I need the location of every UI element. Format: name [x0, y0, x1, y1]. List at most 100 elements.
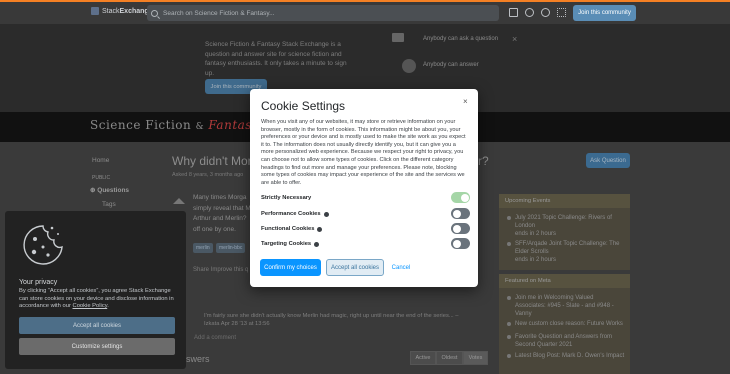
- modal-description: When you visit any of our websites, it m…: [261, 119, 466, 186]
- targeting-switch[interactable]: [451, 238, 470, 249]
- nav-tags[interactable]: Tags: [102, 201, 116, 208]
- upcoming-events-heading: Upcoming Events: [499, 194, 630, 208]
- answer-icon: [402, 59, 416, 73]
- speech-bubble-icon: [392, 33, 404, 42]
- join-community-button[interactable]: Join this community: [573, 5, 636, 21]
- hero-item-ask: Anybody can ask a question: [423, 36, 499, 42]
- event-icon: [507, 242, 511, 246]
- meta-item[interactable]: Join me in Welcoming Valued Associates: …: [515, 294, 625, 318]
- privacy-title: Your privacy: [19, 279, 58, 286]
- modal-title: Cookie Settings: [261, 99, 346, 113]
- meta-item[interactable]: Favorite Question and Answers from Secon…: [515, 333, 625, 349]
- privacy-panel: Your privacy By clicking “Accept all coo…: [5, 211, 186, 369]
- accept-all-cookies-button[interactable]: Accept all cookies: [326, 259, 384, 276]
- body-line: off one by one.: [193, 225, 236, 233]
- question-body: Many times Morga simply reveal that M Ar…: [193, 193, 251, 235]
- info-icon[interactable]: [323, 211, 329, 217]
- switch-knob: [452, 209, 461, 218]
- confirm-choices-button[interactable]: Confirm my choices: [260, 259, 321, 276]
- tag-merlin[interactable]: merlin: [193, 243, 213, 253]
- featured-meta-heading: Featured on Meta: [499, 274, 630, 288]
- customize-settings-button[interactable]: Customize settings: [19, 338, 175, 355]
- toggle-row-performance[interactable]: Performance Cookies: [261, 208, 470, 220]
- privacy-text: By clicking “Accept all cookies”, you ag…: [19, 288, 177, 311]
- toggle-row-functional[interactable]: Functional Cookies: [261, 223, 470, 235]
- switch-knob: [452, 239, 461, 248]
- event-note: ends in 2 hours: [515, 231, 557, 237]
- sort-oldest[interactable]: Oldest: [436, 351, 463, 365]
- tag-merlin-bbc[interactable]: merlin-bbc: [216, 243, 246, 253]
- question-title-end[interactable]: r?: [478, 154, 489, 168]
- search-input[interactable]: Search on Science Fiction & Fantasy...: [147, 5, 499, 21]
- upcoming-events-box: Upcoming Events July 2021 Topic Challeng…: [499, 194, 630, 270]
- info-icon[interactable]: [314, 241, 320, 247]
- question-title-start[interactable]: Why didn't Mor: [172, 154, 252, 168]
- hero-description: Science Fiction & Fantasy Stack Exchange…: [205, 41, 347, 77]
- sort-votes[interactable]: Votes: [463, 351, 488, 365]
- question-meta: Asked 8 years, 3 months ago: [172, 172, 244, 178]
- body-line: simply reveal that M: [193, 204, 251, 212]
- close-icon[interactable]: ×: [512, 34, 517, 44]
- stackexchange-icon: [91, 7, 99, 15]
- meta-icon: [507, 335, 511, 339]
- event-note: ends in 2 hours: [515, 257, 557, 263]
- meta-icon: [507, 296, 511, 300]
- toggle-row-targeting[interactable]: Targeting Cookies: [261, 238, 470, 250]
- upvote-icon[interactable]: [173, 198, 185, 204]
- nav-questions[interactable]: ⊕ Questions: [90, 186, 129, 194]
- event-item[interactable]: July 2021 Topic Challenge: Rivers of Lon…: [515, 214, 625, 238]
- sort-active[interactable]: Active: [410, 351, 436, 365]
- meta-icon: [507, 354, 511, 358]
- info-icon[interactable]: [317, 226, 323, 232]
- nav-home[interactable]: Home: [92, 157, 109, 164]
- comment-text: I'm fairly sure she didn't actually know…: [204, 313, 459, 319]
- functional-switch[interactable]: [451, 223, 470, 234]
- body-line: Many times Morga: [193, 194, 247, 201]
- cookie-settings-modal: Cookie Settings × When you visit any of …: [250, 89, 478, 287]
- strictly-necessary-switch[interactable]: [451, 192, 470, 203]
- site-title[interactable]: Science Fiction & Fantasy: [90, 118, 259, 132]
- body-line: Arthur and Merlin?: [193, 215, 247, 222]
- switch-knob: [460, 193, 469, 202]
- brand-prefix: Stack: [102, 7, 120, 15]
- event-title: SFF/Arqade Joint Topic Challenge: The El…: [515, 241, 620, 255]
- answers-heading: swers: [186, 354, 210, 364]
- privacy-accept-button[interactable]: Accept all cookies: [19, 317, 175, 334]
- toggle-label: Targeting Cookies: [261, 241, 312, 247]
- ask-question-button[interactable]: Ask Question: [586, 153, 630, 168]
- toggle-label: Performance Cookies: [261, 211, 321, 217]
- search-placeholder: Search on Science Fiction & Fantasy...: [163, 9, 275, 17]
- stackexchange-logo[interactable]: Stack Exchange: [91, 7, 153, 15]
- toggle-row-strictly-necessary[interactable]: Strictly Necessary: [261, 192, 470, 204]
- meta-icon: [507, 322, 511, 326]
- top-bar: Stack Exchange Search on Science Fiction …: [0, 0, 730, 24]
- add-comment-link[interactable]: Add a comment: [194, 335, 236, 341]
- site-switcher-icon[interactable]: [557, 8, 566, 17]
- search-icon: [151, 9, 158, 17]
- share-link[interactable]: Share Improve this q: [193, 267, 248, 273]
- cookie-icon: [23, 225, 63, 265]
- event-title: July 2021 Topic Challenge: Rivers of Lon…: [515, 215, 612, 229]
- event-icon: [507, 216, 511, 220]
- privacy-period: .: [107, 303, 109, 310]
- nav-public-heading: PUBLIC: [92, 175, 111, 181]
- meta-item[interactable]: Latest Blog Post: Mark D. Owen's Impact: [515, 352, 625, 360]
- performance-switch[interactable]: [451, 208, 470, 219]
- nav-questions-label: Questions: [97, 187, 130, 194]
- site-title-plain: Science Fiction: [90, 118, 192, 132]
- comment-author[interactable]: Izkata Apr 28 '13 at 13:56: [204, 320, 459, 328]
- achievements-icon[interactable]: [525, 8, 534, 17]
- cancel-button[interactable]: Cancel: [390, 259, 412, 276]
- close-icon[interactable]: ×: [463, 97, 468, 106]
- event-item[interactable]: SFF/Arqade Joint Topic Challenge: The El…: [515, 240, 625, 264]
- toggle-label: Strictly Necessary: [261, 195, 312, 201]
- comment: I'm fairly sure she didn't actually know…: [204, 312, 459, 328]
- featured-meta-box: Featured on Meta Join me in Welcoming Va…: [499, 274, 630, 374]
- cookie-policy-link[interactable]: Cookie Policy: [73, 303, 108, 309]
- inbox-icon[interactable]: [509, 8, 518, 17]
- site-title-amp: &: [195, 122, 205, 132]
- switch-knob: [452, 224, 461, 233]
- meta-item[interactable]: New custom close reason: Future Works: [515, 320, 625, 328]
- help-icon[interactable]: [541, 8, 550, 17]
- hero-item-answer: Anybody can answer: [423, 62, 479, 68]
